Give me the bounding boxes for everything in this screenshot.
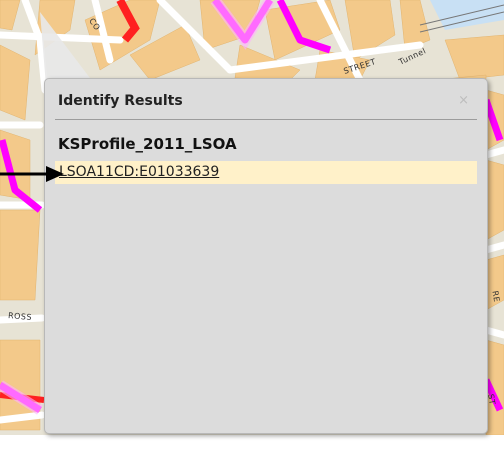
page-bottom-strip xyxy=(0,435,504,459)
popup-title: Identify Results xyxy=(58,93,183,109)
result-row[interactable]: LSOA11CD:E01033639 xyxy=(55,161,477,184)
layer-name-heading: KSProfile_2011_LSOA xyxy=(58,135,237,153)
close-icon[interactable]: × xyxy=(458,93,469,108)
popup-divider xyxy=(55,119,477,120)
map-label-re: RE xyxy=(490,289,502,304)
identify-results-popup: Identify Results × KSProfile_2011_LSOA L… xyxy=(44,78,488,434)
map-app: STREET Tunnel ROSS CO RE ST Identify Res… xyxy=(0,0,504,459)
result-link[interactable]: LSOA11CD:E01033639 xyxy=(59,164,219,180)
popup-header: Identify Results × xyxy=(45,79,487,119)
arrow-right-icon xyxy=(0,166,64,182)
